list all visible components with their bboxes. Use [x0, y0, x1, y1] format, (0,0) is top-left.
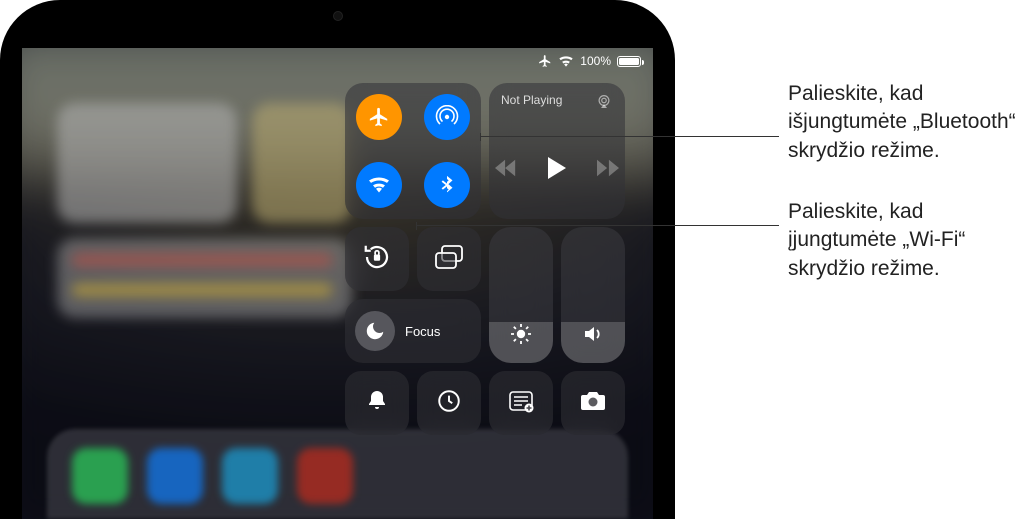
callout-leader-line [417, 225, 779, 226]
media-status-label: Not Playing [501, 93, 562, 107]
camera-button[interactable] [561, 371, 625, 435]
timer-button[interactable] [417, 371, 481, 435]
volume-icon [581, 322, 605, 351]
brightness-slider[interactable] [489, 227, 553, 363]
bluetooth-toggle[interactable] [413, 151, 481, 219]
airdrop-toggle[interactable] [413, 83, 481, 151]
callout-wifi: Palieskite, kad įjungtumėte „Wi-Fi“ skry… [788, 198, 1035, 283]
bell-icon [365, 389, 389, 418]
airplane-mode-toggle[interactable] [345, 83, 413, 151]
ipad-screen: 100% [22, 48, 653, 519]
do-not-disturb-icon [355, 311, 395, 351]
front-camera [333, 11, 343, 21]
battery-icon [617, 56, 641, 67]
ipad-frame: 100% [0, 0, 675, 519]
airdrop-icon [424, 94, 470, 140]
orientation-lock-icon [362, 242, 392, 277]
airplay-icon[interactable] [595, 93, 613, 114]
screen-mirroring-icon [434, 244, 464, 275]
status-bar: 100% [538, 54, 641, 68]
airplane-status-icon [538, 54, 552, 68]
volume-slider[interactable] [561, 227, 625, 363]
focus-button[interactable]: Focus [345, 299, 481, 363]
callout-bluetooth: Palieskite, kad išjungtumėte „Bluetooth“… [788, 80, 1035, 165]
quick-note-icon [508, 389, 534, 418]
media-tile[interactable]: Not Playing [489, 83, 625, 219]
media-play-button[interactable] [547, 157, 567, 184]
media-prev-button[interactable] [495, 159, 517, 182]
focus-label: Focus [405, 324, 440, 339]
battery-percent-label: 100% [580, 54, 611, 68]
brightness-icon [509, 322, 533, 351]
wifi-icon [356, 162, 402, 208]
quick-note-button[interactable] [489, 371, 553, 435]
airplane-icon [356, 94, 402, 140]
callouts-area: Palieskite, kad išjungtumėte „Bluetooth“… [700, 0, 1035, 519]
timer-icon [436, 388, 462, 419]
wifi-toggle[interactable] [345, 151, 413, 219]
silent-mode-button[interactable] [345, 371, 409, 435]
orientation-lock-button[interactable] [345, 227, 409, 291]
bluetooth-icon [424, 162, 470, 208]
callout-leader-line [481, 136, 779, 137]
media-next-button[interactable] [597, 159, 619, 182]
screen-mirroring-button[interactable] [417, 227, 481, 291]
wifi-status-icon [558, 55, 574, 67]
connectivity-tile [345, 83, 481, 219]
camera-icon [579, 390, 607, 417]
